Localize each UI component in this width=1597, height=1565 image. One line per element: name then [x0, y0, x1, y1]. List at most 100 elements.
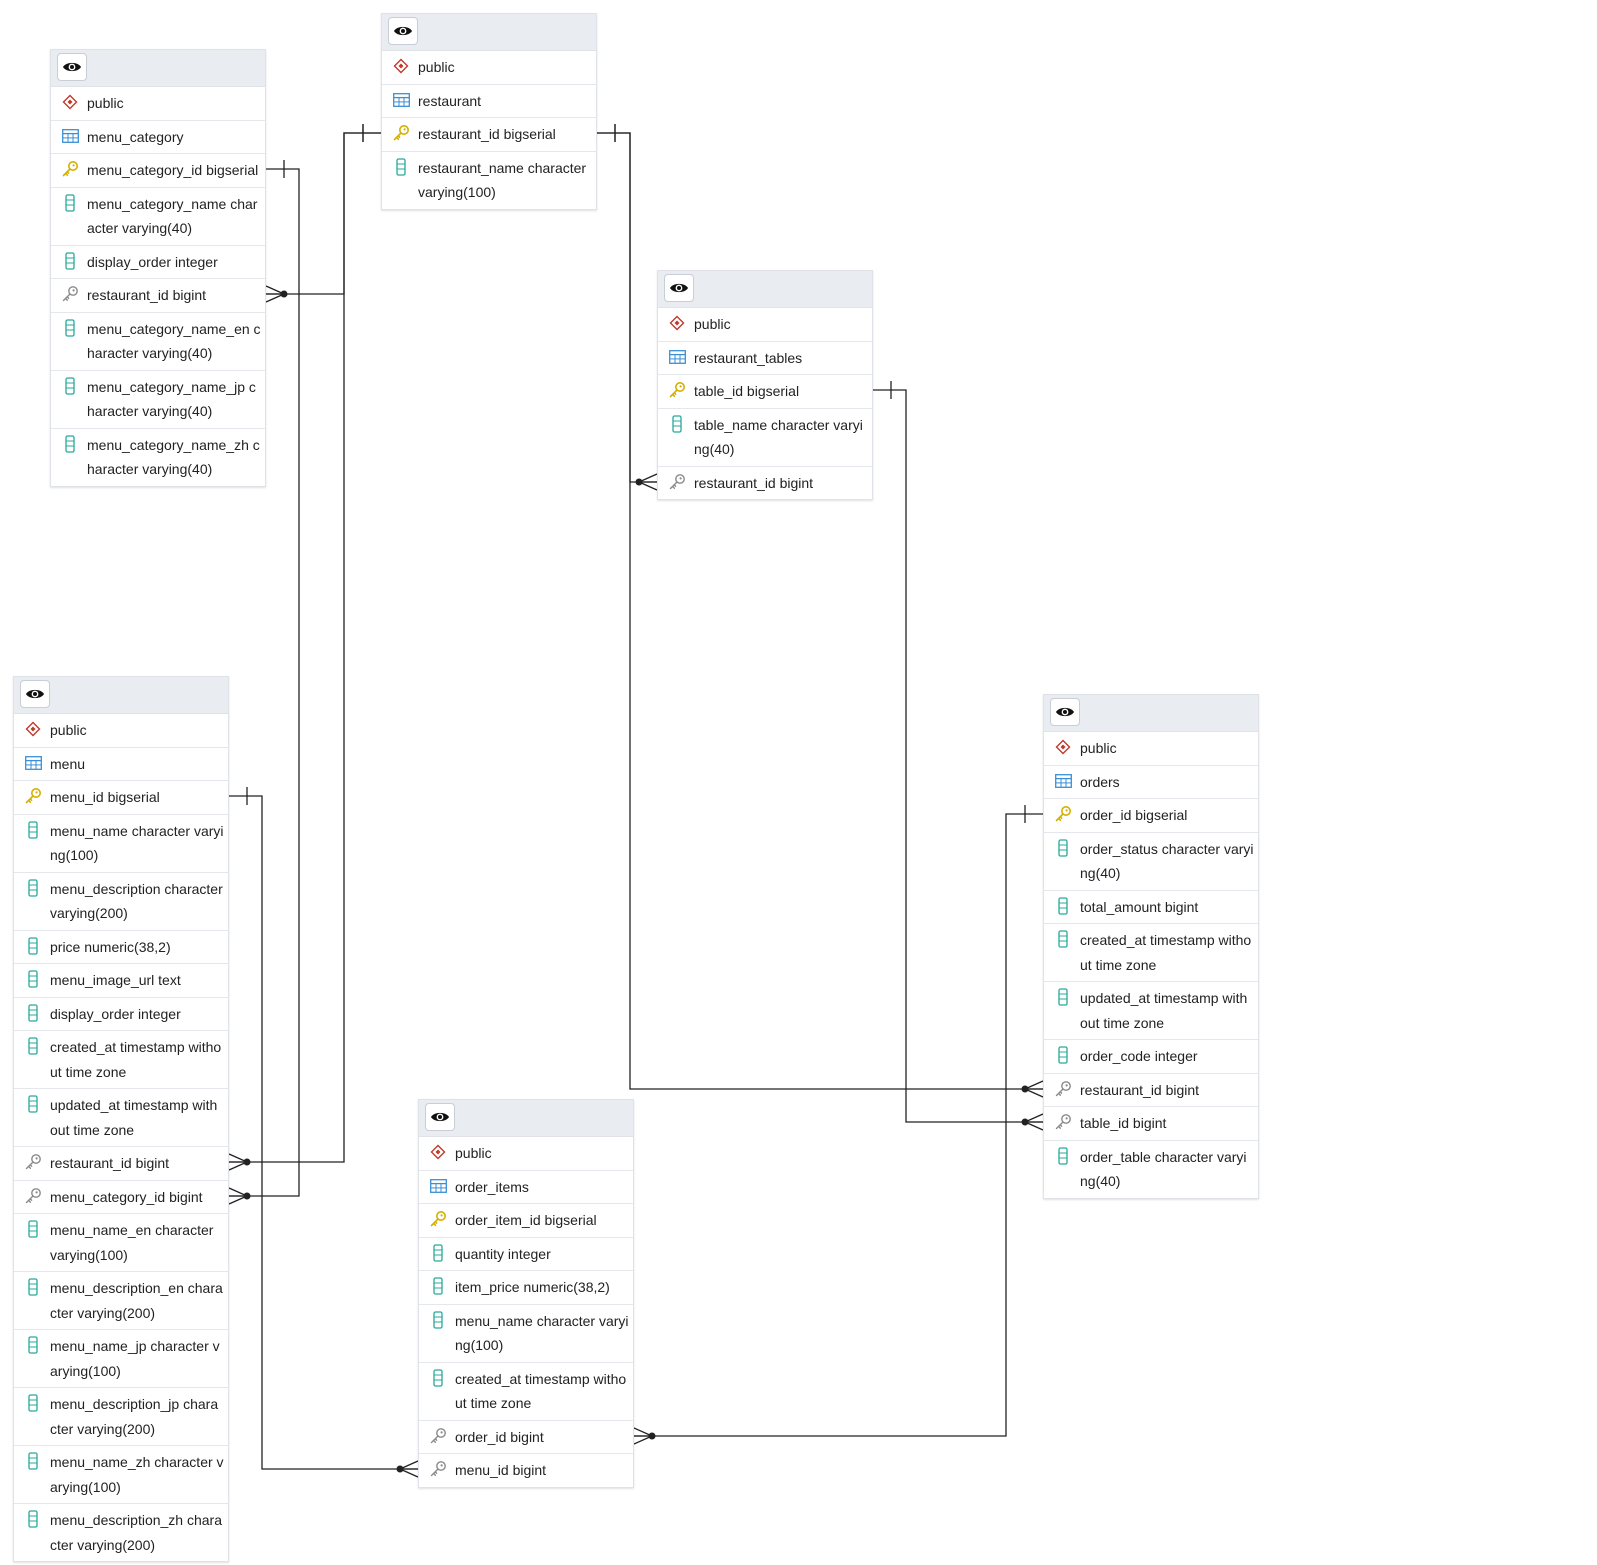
column-row[interactable]: menu_description_zh character varying(20…: [14, 1504, 228, 1561]
table-node-order-items[interactable]: public order_items order_item_id bigserial…: [418, 1099, 634, 1488]
column-row[interactable]: quantity integer: [419, 1238, 633, 1271]
table-name-row[interactable]: menu: [14, 748, 228, 781]
primary-key-row[interactable]: table_id bigserial: [658, 375, 872, 409]
column-icon: [1054, 895, 1072, 917]
column-row[interactable]: menu_category_name character varying(40): [51, 188, 265, 246]
eye-icon[interactable]: [425, 1103, 455, 1131]
eye-icon[interactable]: [1050, 698, 1080, 726]
table-node-restaurant[interactable]: public restaurant restaurant_id bigserial r…: [381, 13, 597, 210]
crows-foot-many: [1024, 1113, 1044, 1131]
relationship-line: [266, 132, 381, 295]
foreign-key-row[interactable]: order_id bigint: [419, 1421, 633, 1454]
column-row[interactable]: menu_name character varying(100): [14, 815, 228, 873]
foreign-key-icon: [429, 1458, 447, 1480]
eye-icon[interactable]: [57, 53, 87, 81]
primary-key-row[interactable]: order_item_id bigserial: [419, 1204, 633, 1238]
column-row[interactable]: restaurant_name character varying(100): [382, 152, 596, 209]
table-name-row[interactable]: order_items: [419, 1171, 633, 1204]
primary-key-row[interactable]: menu_category_id bigserial: [51, 154, 265, 188]
column-row[interactable]: item_price numeric(38,2): [419, 1271, 633, 1305]
column-icon: [24, 935, 42, 957]
column-row[interactable]: menu_name character varying(100): [419, 1305, 633, 1363]
relation-dot: [243, 1192, 251, 1200]
schema-diamond-icon: [429, 1141, 447, 1163]
column-row[interactable]: updated_at timestamp without time zone: [1044, 982, 1258, 1040]
foreign-key-row[interactable]: restaurant_id bigint: [658, 467, 872, 500]
table-name-row[interactable]: restaurant_tables: [658, 342, 872, 375]
table-name-row[interactable]: restaurant: [382, 85, 596, 118]
row-label: order_id bigserial: [1080, 807, 1188, 823]
column-row[interactable]: order_code integer: [1044, 1040, 1258, 1074]
relation-dot: [1021, 1085, 1029, 1093]
primary-key-icon: [61, 158, 79, 180]
foreign-key-row[interactable]: menu_category_id bigint: [14, 1181, 228, 1214]
column-row[interactable]: updated_at timestamp without time zone: [14, 1089, 228, 1147]
column-row[interactable]: order_table character varying(40): [1044, 1141, 1258, 1198]
column-row[interactable]: display_order integer: [14, 998, 228, 1031]
row-label: updated_at timestamp without time zone: [50, 1097, 218, 1138]
foreign-key-row[interactable]: menu_id bigint: [419, 1454, 633, 1487]
row-label: order_item_id bigserial: [455, 1212, 597, 1228]
row-label: menu: [50, 755, 86, 772]
column-row[interactable]: menu_image_url text: [14, 964, 228, 998]
table-grid-icon: [1054, 770, 1072, 792]
table-node-restaurant-tables[interactable]: public restaurant_tables table_id bigseria…: [657, 270, 873, 500]
column-row[interactable]: menu_category_name_en character varying(…: [51, 313, 265, 371]
column-row[interactable]: menu_name_en character varying(100): [14, 1214, 228, 1272]
column-row[interactable]: menu_description_en character varying(20…: [14, 1272, 228, 1330]
schema-row[interactable]: public: [14, 714, 228, 748]
column-row[interactable]: menu_name_zh character varying(100): [14, 1446, 228, 1504]
row-label: menu_name character varying(100): [455, 1312, 629, 1354]
column-row[interactable]: created_at timestamp without time zone: [1044, 924, 1258, 982]
column-icon: [24, 1035, 42, 1057]
foreign-key-row[interactable]: table_id bigint: [1044, 1107, 1258, 1141]
column-row[interactable]: menu_description character varying(200): [14, 873, 228, 931]
column-row[interactable]: created_at timestamp without time zone: [419, 1363, 633, 1421]
eye-icon[interactable]: [664, 274, 694, 302]
column-row[interactable]: total_amount bigint: [1044, 891, 1258, 924]
column-icon: [24, 1093, 42, 1115]
table-node-orders[interactable]: public orders order_id bigserial order_stat…: [1043, 694, 1259, 1199]
foreign-key-icon: [24, 1185, 42, 1207]
schema-row[interactable]: public: [1044, 732, 1258, 766]
column-icon: [61, 375, 79, 397]
row-label: menu_description_en character varying(20…: [50, 1280, 223, 1321]
row-label: menu_category_id bigserial: [87, 162, 259, 178]
column-row[interactable]: menu_category_name_zh character varying(…: [51, 429, 265, 486]
schema-row[interactable]: public: [382, 51, 596, 85]
table-name-row[interactable]: menu_category: [51, 121, 265, 154]
row-label: orders: [1080, 773, 1120, 790]
table-node-menu-category[interactable]: public menu_category menu_category_id bigs…: [50, 49, 266, 487]
foreign-key-row[interactable]: restaurant_id bigint: [14, 1147, 228, 1181]
foreign-key-row[interactable]: restaurant_id bigint: [1044, 1074, 1258, 1107]
column-row[interactable]: menu_name_jp character varying(100): [14, 1330, 228, 1388]
relation-dot: [648, 1432, 656, 1440]
column-row[interactable]: created_at timestamp without time zone: [14, 1031, 228, 1089]
primary-key-icon: [392, 122, 410, 144]
column-row[interactable]: order_status character varying(40): [1044, 833, 1258, 891]
relation-dot: [396, 1465, 404, 1473]
eye-icon[interactable]: [388, 17, 418, 45]
primary-key-row[interactable]: restaurant_id bigserial: [382, 118, 596, 152]
eye-icon[interactable]: [20, 680, 50, 708]
row-label: restaurant_id bigint: [87, 287, 207, 303]
column-row[interactable]: price numeric(38,2): [14, 931, 228, 964]
relationship-line: [873, 389, 1043, 1123]
relation-dot: [635, 478, 643, 486]
foreign-key-row[interactable]: restaurant_id bigint: [51, 279, 265, 313]
column-row[interactable]: table_name character varying(40): [658, 409, 872, 467]
table-header: [1044, 695, 1258, 732]
column-row[interactable]: menu_category_name_jp character varying(…: [51, 371, 265, 429]
column-icon: [24, 968, 42, 990]
primary-key-row[interactable]: order_id bigserial: [1044, 799, 1258, 833]
table-grid-icon: [61, 125, 79, 147]
column-row[interactable]: display_order integer: [51, 246, 265, 279]
primary-key-row[interactable]: menu_id bigserial: [14, 781, 228, 815]
table-node-menu[interactable]: public menu menu_id bigserial menu_name cha…: [13, 676, 229, 1562]
table-name-row[interactable]: orders: [1044, 766, 1258, 799]
schema-row[interactable]: public: [51, 87, 265, 121]
schema-row[interactable]: public: [658, 308, 872, 342]
schema-row[interactable]: public: [419, 1137, 633, 1171]
column-row[interactable]: menu_description_jp character varying(20…: [14, 1388, 228, 1446]
row-label: public: [455, 1145, 492, 1161]
